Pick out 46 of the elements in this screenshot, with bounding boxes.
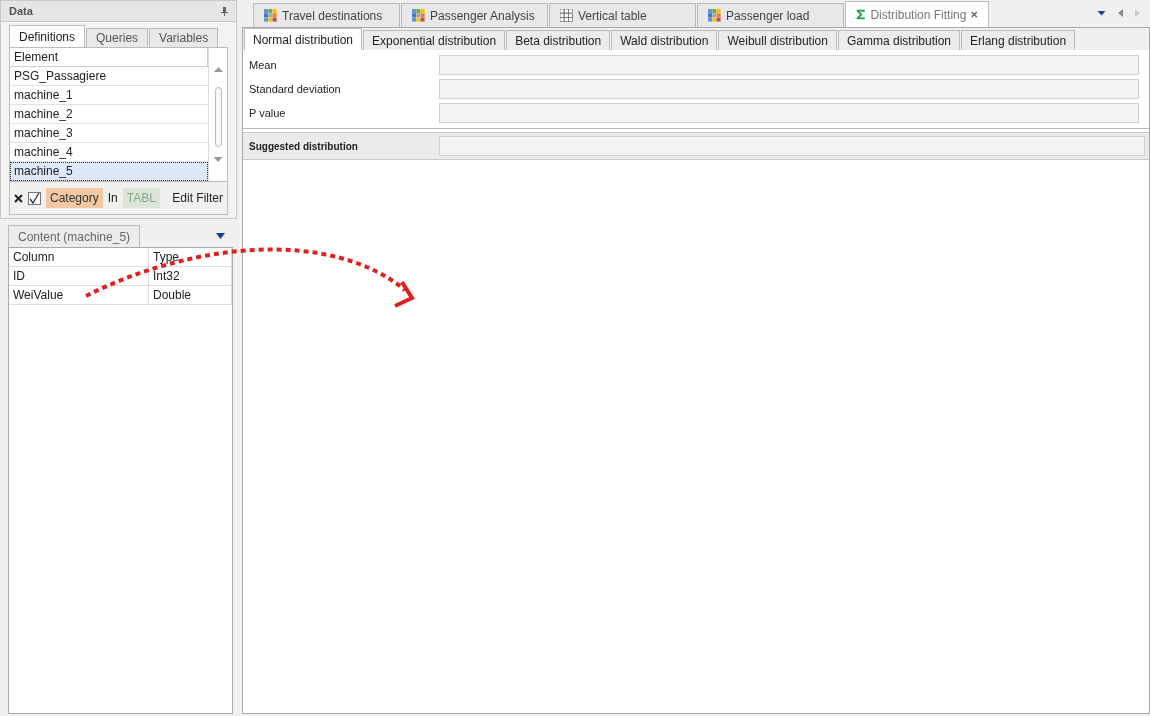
value-field[interactable] bbox=[439, 55, 1139, 75]
filter-field[interactable]: Category bbox=[46, 188, 103, 208]
grid-icon bbox=[560, 9, 573, 22]
field-label: P value bbox=[249, 107, 287, 119]
distribution-tab[interactable]: Exponential distribution bbox=[363, 30, 506, 50]
field-label: Suggested distribution bbox=[249, 140, 359, 152]
column-header[interactable]: Element bbox=[10, 48, 208, 67]
checkbox[interactable] bbox=[28, 191, 41, 205]
panel-tab[interactable]: Definitions bbox=[9, 25, 86, 47]
value-field[interactable] bbox=[439, 136, 1145, 156]
sigma-icon bbox=[856, 8, 866, 21]
distribution-tab[interactable]: Wald distribution bbox=[611, 30, 718, 50]
panel-title: Data bbox=[9, 5, 33, 17]
column-header[interactable]: Type bbox=[149, 248, 232, 267]
caret-icon[interactable] bbox=[216, 233, 225, 239]
content-tab[interactable]: Content (machine_5) bbox=[8, 225, 141, 247]
distribution-tab[interactable]: Gamma distribution bbox=[837, 30, 960, 50]
edit-filter-link[interactable]: Edit Filter bbox=[172, 191, 223, 205]
table-cell: WeiValue bbox=[9, 286, 149, 305]
document-tab[interactable]: Passenger load bbox=[697, 3, 844, 27]
panel-tab[interactable]: Queries bbox=[86, 28, 149, 47]
field-label: Standard deviation bbox=[249, 83, 342, 95]
value-field[interactable] bbox=[439, 79, 1139, 99]
field-label: Mean bbox=[249, 59, 278, 71]
column-header[interactable]: Column bbox=[9, 248, 149, 267]
panel-tab[interactable]: Variables bbox=[149, 28, 219, 47]
table-cell: ID bbox=[9, 267, 149, 286]
table-cell: Double bbox=[149, 286, 232, 305]
caret-icon[interactable] bbox=[1097, 10, 1106, 16]
distribution-tab[interactable]: Erlang distribution bbox=[961, 30, 1076, 50]
document-tab[interactable]: Travel destinations bbox=[253, 3, 400, 27]
list-item[interactable]: machine_5 bbox=[10, 162, 208, 181]
value-field[interactable] bbox=[439, 103, 1139, 123]
document-tab[interactable]: Distribution Fitting bbox=[845, 1, 989, 27]
distribution-tab[interactable]: Weibull distribution bbox=[718, 30, 837, 50]
distribution-tab[interactable]: Beta distribution bbox=[506, 30, 611, 50]
table-cell: Int32 bbox=[149, 267, 232, 286]
document-tab[interactable]: Passenger Analysis bbox=[401, 3, 548, 27]
grid-icon bbox=[412, 9, 425, 22]
grid-icon bbox=[264, 9, 277, 22]
pin-icon[interactable] bbox=[221, 6, 228, 16]
filter-operator[interactable]: In bbox=[107, 191, 118, 205]
close-icon[interactable] bbox=[14, 193, 23, 203]
document-tab[interactable]: Vertical table bbox=[549, 3, 696, 27]
distribution-tab[interactable]: Normal distribution bbox=[244, 28, 363, 50]
grid-icon bbox=[708, 9, 721, 22]
